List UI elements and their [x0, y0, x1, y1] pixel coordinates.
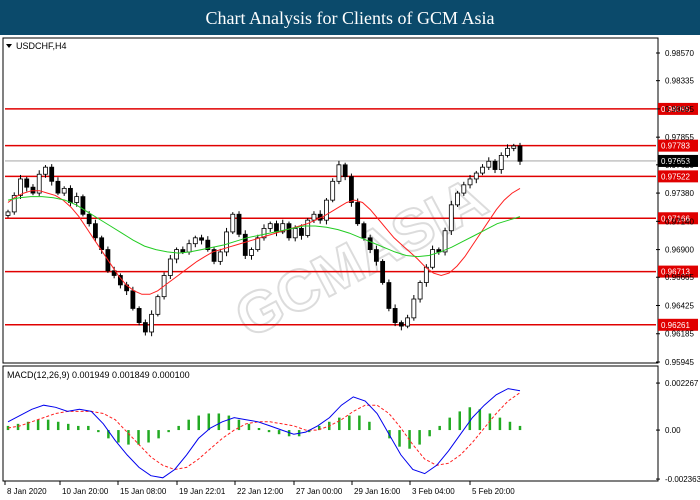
candle-body: [336, 164, 342, 182]
candle-body: [43, 166, 48, 175]
level-price-label: 0.97783: [661, 142, 690, 151]
candle-body: [61, 187, 67, 194]
candle-body: [505, 147, 510, 156]
candle-body: [86, 213, 92, 225]
candle-body: [230, 213, 236, 233]
candle-body: [367, 237, 373, 250]
candle-body: [30, 186, 36, 194]
candle-body: [430, 249, 435, 268]
price-tick-label: 0.96900: [665, 246, 694, 255]
candle-body: [192, 237, 198, 245]
candle-body: [361, 223, 367, 239]
candle-body: [355, 202, 361, 225]
candle-body: [311, 213, 317, 221]
candle-body: [467, 178, 473, 186]
candle-body: [480, 166, 485, 174]
price-tick-label: 0.98335: [665, 77, 694, 86]
symbol-label: USDCHF,H4: [16, 41, 67, 51]
candle-body: [324, 199, 329, 221]
candle-body: [411, 298, 417, 319]
price-tick-label: 0.96425: [665, 301, 694, 310]
candle-body: [167, 258, 173, 276]
price-tick-label: 0.97140: [665, 217, 694, 226]
candle-body: [448, 204, 454, 232]
candle-body: [392, 308, 398, 323]
candle-body: [5, 211, 11, 216]
x-tick-label: 3 Feb 04:00: [412, 487, 455, 496]
candle-body: [74, 196, 80, 203]
candle-body: [486, 160, 492, 168]
candle-body: [380, 260, 386, 283]
candle-body: [349, 176, 354, 203]
candle-body: [299, 227, 304, 236]
candle-body: [267, 223, 273, 229]
candle-body: [492, 160, 498, 170]
candle-body: [255, 237, 261, 250]
candle-body: [18, 178, 23, 196]
candle-body: [80, 196, 86, 215]
x-tick-label: 27 Jan 00:00: [296, 487, 343, 496]
level-price-label: 0.97522: [661, 172, 690, 181]
candle-body: [224, 231, 229, 253]
candle-body: [49, 166, 55, 182]
price-tick-label: 0.97620: [665, 161, 694, 170]
candle-body: [473, 172, 479, 180]
candle-body: [330, 180, 336, 201]
candle-body: [423, 266, 429, 283]
x-tick-label: 15 Jan 08:00: [120, 487, 167, 496]
candle-body: [93, 223, 98, 239]
level-price-label: 0.96261: [661, 321, 690, 330]
macd-tick-label: 0.002267: [665, 379, 699, 388]
candle-body: [292, 227, 298, 239]
candle-body: [517, 145, 523, 162]
candle-body: [149, 313, 155, 333]
candle-body: [136, 308, 142, 323]
candle-body: [286, 223, 292, 239]
candle-body: [417, 282, 423, 300]
macd-tick-label: -0.002363: [665, 475, 700, 484]
candle-body: [24, 178, 30, 188]
candle-body: [155, 296, 161, 315]
candle-body: [199, 237, 204, 241]
x-tick-label: 22 Jan 12:00: [237, 487, 284, 496]
candle-body: [186, 243, 192, 253]
candle-body: [68, 187, 73, 203]
x-tick-label: 29 Jan 16:00: [354, 487, 401, 496]
candle-body: [342, 164, 348, 177]
candle-body: [130, 290, 136, 309]
page-title: Chart Analysis for Clients of GCM Asia: [0, 0, 700, 35]
macd-label: MACD(12,26,9) 0.001949 0.001849 0.000100: [7, 370, 190, 380]
x-tick-label: 19 Jan 22:01: [179, 487, 226, 496]
candle-body: [442, 230, 448, 253]
price-tick-label: 0.96185: [665, 330, 694, 339]
price-tick-label: 0.97855: [665, 133, 694, 142]
candle-body: [398, 322, 404, 327]
candle-body: [249, 249, 254, 256]
candle-body: [236, 213, 242, 235]
candle-body: [386, 282, 392, 309]
x-tick-label: 8 Jan 2020: [7, 487, 47, 496]
price-tick-label: 0.98095: [665, 105, 694, 114]
candle-body: [174, 249, 179, 260]
price-tick-label: 0.98570: [665, 49, 694, 58]
candle-body: [180, 249, 186, 253]
price-tick-label: 0.96665: [665, 273, 694, 282]
candle-body: [55, 180, 61, 194]
price-tick-label: 0.97380: [665, 189, 694, 198]
candle-body: [461, 184, 467, 194]
price-chart[interactable]: GCMASIA 0.980950.977830.975220.971660.96…: [0, 35, 700, 500]
candle-body: [405, 317, 411, 327]
candle-body: [455, 192, 460, 206]
candle-body: [217, 251, 223, 262]
candle-body: [511, 145, 517, 149]
macd-tick-label: 0.00: [665, 426, 681, 435]
candle-body: [498, 155, 504, 170]
x-tick-label: 10 Jan 20:00: [62, 487, 109, 496]
candle-body: [373, 249, 379, 262]
candle-body: [142, 322, 148, 333]
price-tick-label: 0.95945: [665, 358, 694, 367]
candle-body: [274, 223, 279, 233]
x-tick-label: 5 Feb 20:00: [472, 487, 515, 496]
